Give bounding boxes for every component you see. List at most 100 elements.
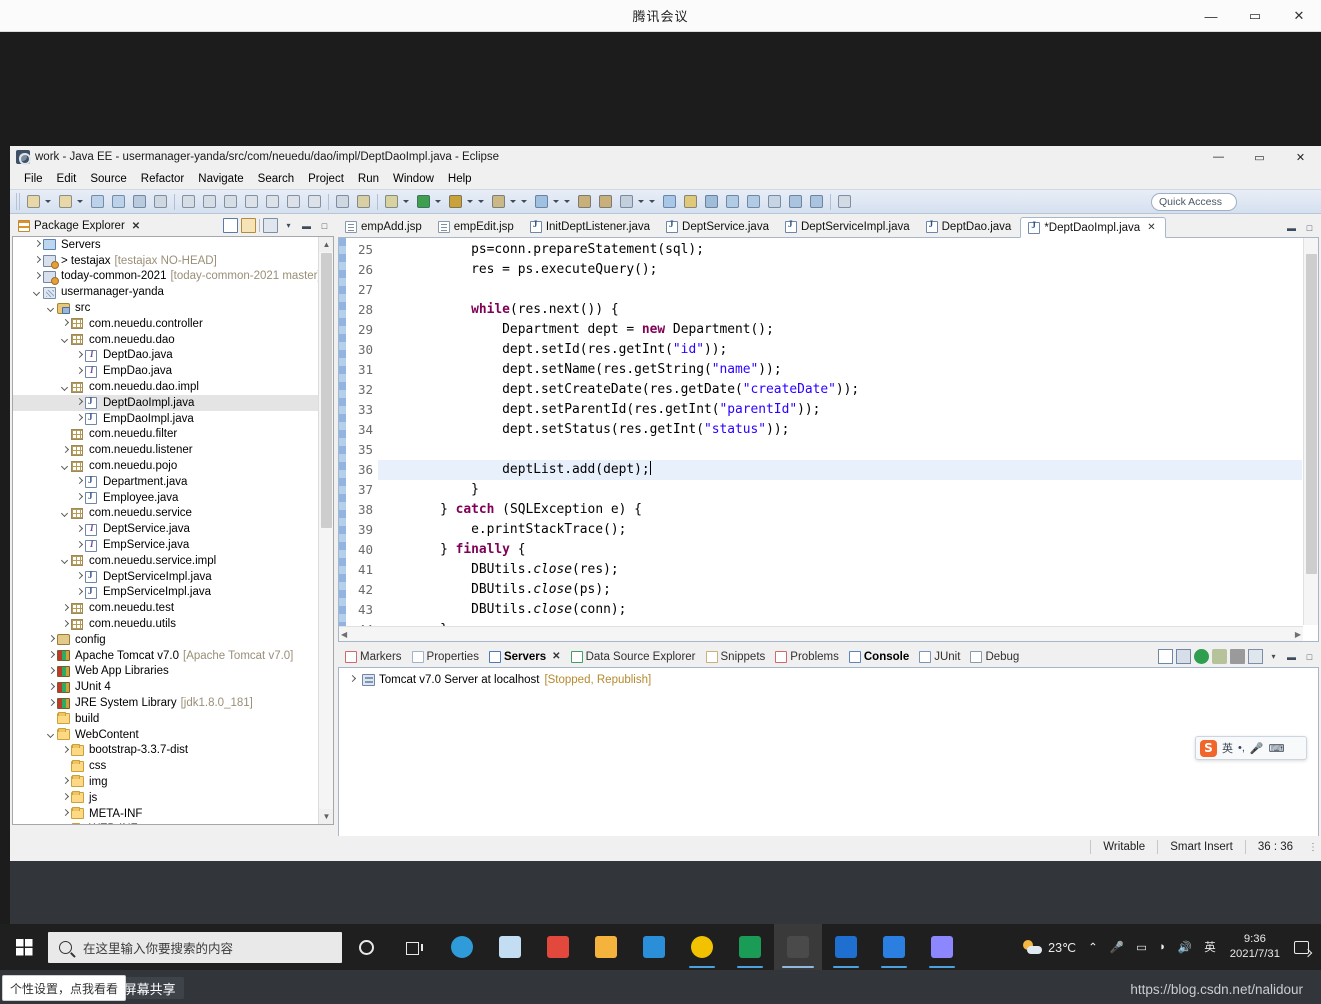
ime-floating-bar[interactable]: S 英 •, 🎤 ⌨: [1195, 736, 1307, 760]
scroll-up-icon[interactable]: ▲: [319, 237, 333, 252]
tree-item[interactable]: JRE System Library [jdk1.8.0_181]: [13, 695, 318, 711]
chevron-right-icon[interactable]: [45, 648, 57, 663]
chevron-right-icon[interactable]: [45, 696, 57, 711]
servers-view-content[interactable]: Tomcat v7.0 Server at localhost [Stopped…: [338, 667, 1319, 838]
view-menu-icon[interactable]: ▾: [281, 218, 296, 233]
print-icon[interactable]: [130, 192, 149, 211]
code-line[interactable]: DBUtils.close(conn);: [378, 600, 1302, 620]
step-over-icon[interactable]: [263, 192, 282, 211]
search-input[interactable]: 在这里输入你要搜索的内容: [48, 931, 342, 963]
sogou-ime-logo-icon[interactable]: S: [1200, 739, 1217, 757]
chevron-right-icon[interactable]: [59, 617, 71, 632]
chevron-down-icon[interactable]: [59, 553, 71, 568]
resume-icon[interactable]: [305, 192, 324, 211]
code-line[interactable]: dept.setParentId(res.getInt("parentId"))…: [378, 400, 1302, 420]
taskbar-quark-icon[interactable]: [918, 924, 966, 970]
code-line[interactable]: } finally {: [378, 540, 1302, 560]
taskbar-file-explorer-icon[interactable]: [582, 924, 630, 970]
meeting-minimize-button[interactable]: —: [1189, 0, 1233, 32]
taskbar-edge-icon[interactable]: [438, 924, 486, 970]
editor-tab-deptdaoimpljava[interactable]: *DeptDaoImpl.java ✕: [1020, 217, 1166, 238]
editor-scroll-thumb[interactable]: [1306, 254, 1317, 574]
tree-item[interactable]: js: [13, 790, 318, 806]
publish-icon[interactable]: [1248, 649, 1263, 664]
chevron-right-icon[interactable]: [31, 237, 43, 252]
dropdown-arrow-icon[interactable]: [520, 192, 529, 211]
last-edit-icon[interactable]: [765, 192, 784, 211]
code-line[interactable]: [378, 280, 1302, 300]
chevron-right-icon[interactable]: [59, 443, 71, 458]
cortana-icon[interactable]: [342, 924, 390, 970]
code-line[interactable]: dept.setName(res.getString("name"));: [378, 360, 1302, 380]
tab-package-explorer[interactable]: Package Explorer ✕: [12, 216, 144, 236]
toolbar-grip[interactable]: [16, 193, 21, 210]
taskbar-eclipse-icon[interactable]: [774, 924, 822, 970]
menu-run[interactable]: Run: [352, 171, 385, 187]
volume-icon[interactable]: 🔊: [1172, 924, 1198, 970]
package-explorer-tree[interactable]: Servers > testajax [testajax NO-HEAD] today…: [12, 236, 334, 825]
tree-item[interactable]: com.neuedu.controller: [13, 316, 318, 332]
new-wizard-icon[interactable]: [24, 192, 43, 211]
step-return-icon[interactable]: [284, 192, 303, 211]
marker-icon[interactable]: [681, 192, 700, 211]
next-annotation-icon[interactable]: [723, 192, 742, 211]
tree-item[interactable]: com.neuedu.dao.impl: [13, 379, 318, 395]
step-into-icon[interactable]: [242, 192, 261, 211]
tree-item[interactable]: DeptDao.java: [13, 348, 318, 364]
tree-item[interactable]: EmpServiceImpl.java: [13, 585, 318, 601]
tree-item[interactable]: com.neuedu.test: [13, 600, 318, 616]
code-line[interactable]: }: [378, 480, 1302, 500]
minimize-editor-icon[interactable]: ▬: [1284, 220, 1299, 235]
chevron-right-icon[interactable]: [73, 538, 85, 553]
chevron-down-icon[interactable]: [45, 301, 57, 316]
chevron-down-icon[interactable]: [59, 822, 71, 824]
editor-tab-deptservicejava[interactable]: DeptService.java: [659, 217, 778, 237]
tree-item[interactable]: Department.java: [13, 474, 318, 490]
chevron-down-icon[interactable]: [45, 727, 57, 742]
tree-item[interactable]: bootstrap-3.3.7-dist: [13, 743, 318, 759]
tree-item[interactable]: > testajax [testajax NO-HEAD]: [13, 253, 318, 270]
taskbar-mail-icon[interactable]: [630, 924, 678, 970]
code-line[interactable]: dept.setCreateDate(res.getDate("createDa…: [378, 380, 1302, 400]
chevron-right-icon[interactable]: [45, 632, 57, 647]
chevron-right-icon[interactable]: [59, 601, 71, 616]
tree-item[interactable]: img: [13, 774, 318, 790]
ime-language-indicator[interactable]: 英: [1198, 924, 1222, 970]
code-line[interactable]: dept.setId(res.getInt("id"));: [378, 340, 1302, 360]
maximize-view-icon[interactable]: □: [317, 218, 332, 233]
chevron-right-icon[interactable]: [73, 474, 85, 489]
tree-item[interactable]: build: [13, 711, 318, 727]
code-line[interactable]: DBUtils.close(res);: [378, 560, 1302, 580]
action-center-icon[interactable]: [1288, 924, 1315, 970]
chevron-right-icon[interactable]: [73, 585, 85, 600]
chevron-right-icon[interactable]: [59, 774, 71, 789]
scroll-right-icon[interactable]: ▶: [1295, 630, 1301, 639]
ime-mode-toggle[interactable]: 英: [1222, 740, 1233, 756]
dropdown-arrow-icon[interactable]: [509, 192, 518, 211]
collapse-all-icon[interactable]: [223, 218, 238, 233]
battery-icon[interactable]: ▭: [1130, 924, 1153, 970]
dropdown-arrow-icon[interactable]: [466, 192, 475, 211]
panel-tab-debug[interactable]: Debug: [965, 646, 1024, 667]
new-java-class-icon[interactable]: [56, 192, 75, 211]
meeting-close-button[interactable]: ✕: [1277, 0, 1321, 32]
close-icon[interactable]: ✕: [1147, 222, 1155, 233]
link-icon[interactable]: [151, 192, 170, 211]
menu-refactor[interactable]: Refactor: [135, 171, 190, 187]
run-last-icon[interactable]: [179, 192, 198, 211]
tree-item[interactable]: Apache Tomcat v7.0 [Apache Tomcat v7.0]: [13, 648, 318, 664]
eclipse-close-button[interactable]: ✕: [1280, 146, 1321, 168]
chevron-down-icon[interactable]: [31, 285, 43, 300]
code-line[interactable]: } catch (SQLException e) {: [378, 500, 1302, 520]
code-line[interactable]: [378, 440, 1302, 460]
pencil-icon[interactable]: [617, 192, 636, 211]
chevron-right-icon[interactable]: [73, 411, 85, 426]
chevron-down-icon[interactable]: [59, 332, 71, 347]
run-icon[interactable]: [414, 192, 433, 211]
start-button[interactable]: [0, 924, 48, 970]
dropdown-arrow-icon[interactable]: [563, 192, 572, 211]
close-icon[interactable]: ✕: [132, 221, 140, 232]
previous-annotation-icon[interactable]: [744, 192, 763, 211]
close-icon[interactable]: ✕: [552, 651, 560, 662]
chevron-right-icon[interactable]: [73, 522, 85, 537]
